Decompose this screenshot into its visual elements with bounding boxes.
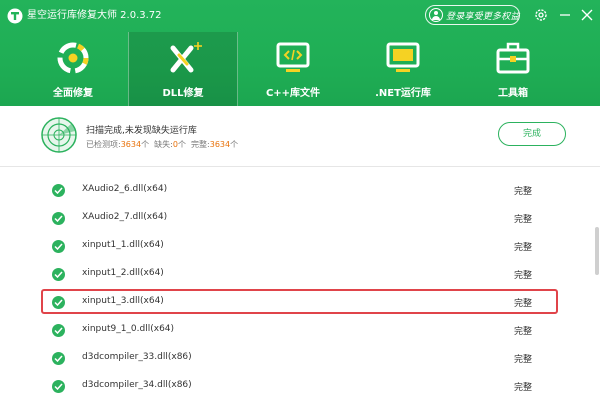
file-status: 完整 <box>514 271 533 281</box>
file-name: XAudio2_6.dll(x64) <box>82 184 168 194</box>
title-bar: 星空运行库修复大师 2.0.3.72 登录享受更多权益 <box>0 0 600 32</box>
file-status: 完整 <box>514 327 533 337</box>
scan-result-title: 扫描完成,未发现缺失运行库 <box>86 126 197 136</box>
app-header: 星空运行库修复大师 2.0.3.72 登录享受更多权益 全面修复 DLL修复 C… <box>0 0 600 106</box>
dotnet-window-icon <box>386 42 420 72</box>
list-item: d3dcompiler_34.dll(x86) 完整 <box>0 371 594 399</box>
tab-toolbox[interactable]: 工具箱 <box>458 32 568 106</box>
complete-count: 3634 <box>209 140 231 149</box>
file-name: xinput1_2.dll(x64) <box>82 268 164 278</box>
tab-cpp-library-label: C++库文件 <box>265 88 321 99</box>
complete-label: 完整: <box>191 140 210 149</box>
detected-unit: 个 <box>141 140 150 149</box>
missing-label: 缺失: <box>154 140 173 149</box>
dll-tools-icon <box>170 42 202 73</box>
file-status: 完整 <box>514 383 533 393</box>
done-button[interactable]: 完成 <box>498 122 566 146</box>
app-title: 星空运行库修复大师 2.0.3.72 <box>27 10 162 21</box>
recycle-repair-icon <box>57 42 89 74</box>
red-highlight-box <box>41 289 558 314</box>
scan-status-panel: 扫描完成,未发现缺失运行库 已检测项:3634个 缺失:0个 完整:3634个 … <box>0 106 600 167</box>
file-name: d3dcompiler_34.dll(x86) <box>82 380 192 390</box>
detected-label: 已检测项: <box>86 140 121 149</box>
file-status: 完整 <box>514 187 533 197</box>
tab-dotnet-runtime-label: .NET运行库 <box>375 88 431 99</box>
check-circle-icon <box>52 240 65 253</box>
file-name: xinput1_1.dll(x64) <box>82 240 164 250</box>
settings-button[interactable] <box>532 6 550 24</box>
check-circle-icon <box>52 380 65 393</box>
dll-file-list: XAudio2_6.dll(x64) 完整 XAudio2_7.dll(x64)… <box>0 167 600 412</box>
tab-full-repair-label: 全面修复 <box>53 88 93 99</box>
check-circle-icon <box>52 352 65 365</box>
minimize-icon <box>560 14 570 16</box>
main-nav: 全面修复 DLL修复 C++库文件 .NET运行库 工具箱 <box>0 32 600 106</box>
check-circle-icon <box>52 212 65 225</box>
tab-dotnet-runtime[interactable]: .NET运行库 <box>348 32 458 106</box>
tab-cpp-library[interactable]: C++库文件 <box>238 32 348 106</box>
list-item: d3dcompiler_33.dll(x86) 完整 <box>0 343 594 371</box>
close-button[interactable] <box>578 6 596 24</box>
file-name: d3dcompiler_33.dll(x86) <box>82 352 192 362</box>
tab-toolbox-label: 工具箱 <box>498 88 528 99</box>
scan-stats: 已检测项:3634个 缺失:0个 完整:3634个 <box>86 139 238 150</box>
check-circle-icon <box>52 268 65 281</box>
toolbox-icon <box>496 42 530 74</box>
tab-full-repair[interactable]: 全面修复 <box>18 32 128 106</box>
file-name: XAudio2_7.dll(x64) <box>82 212 168 222</box>
check-circle-icon <box>52 184 65 197</box>
gear-icon <box>535 9 547 21</box>
user-avatar-icon <box>429 8 443 22</box>
list-item: xinput1_2.dll(x64) 完整 <box>0 259 594 287</box>
tab-dll-repair[interactable]: DLL修复 <box>128 32 238 106</box>
check-circle-icon <box>52 324 65 337</box>
list-item: xinput9_1_0.dll(x64) 完整 <box>0 315 594 343</box>
minimize-button[interactable] <box>556 6 574 24</box>
file-name: xinput9_1_0.dll(x64) <box>82 324 175 334</box>
list-scrollbar[interactable] <box>595 227 599 275</box>
app-logo-icon <box>7 8 23 24</box>
list-item: XAudio2_7.dll(x64) 完整 <box>0 203 594 231</box>
tab-dll-repair-label: DLL修复 <box>162 88 204 99</box>
missing-unit: 个 <box>177 140 186 149</box>
login-button[interactable]: 登录享受更多权益 <box>425 5 520 25</box>
radar-scan-icon <box>41 117 77 153</box>
login-label: 登录享受更多权益 <box>446 12 520 22</box>
list-item: XAudio2_6.dll(x64) 完整 <box>0 175 594 203</box>
file-status: 完整 <box>514 215 533 225</box>
close-icon <box>581 9 593 21</box>
detected-count: 3634 <box>120 140 142 149</box>
file-status: 完整 <box>514 355 533 365</box>
code-window-icon <box>276 42 310 72</box>
file-status: 完整 <box>514 243 533 253</box>
list-item: xinput1_1.dll(x64) 完整 <box>0 231 594 259</box>
complete-unit: 个 <box>230 140 239 149</box>
